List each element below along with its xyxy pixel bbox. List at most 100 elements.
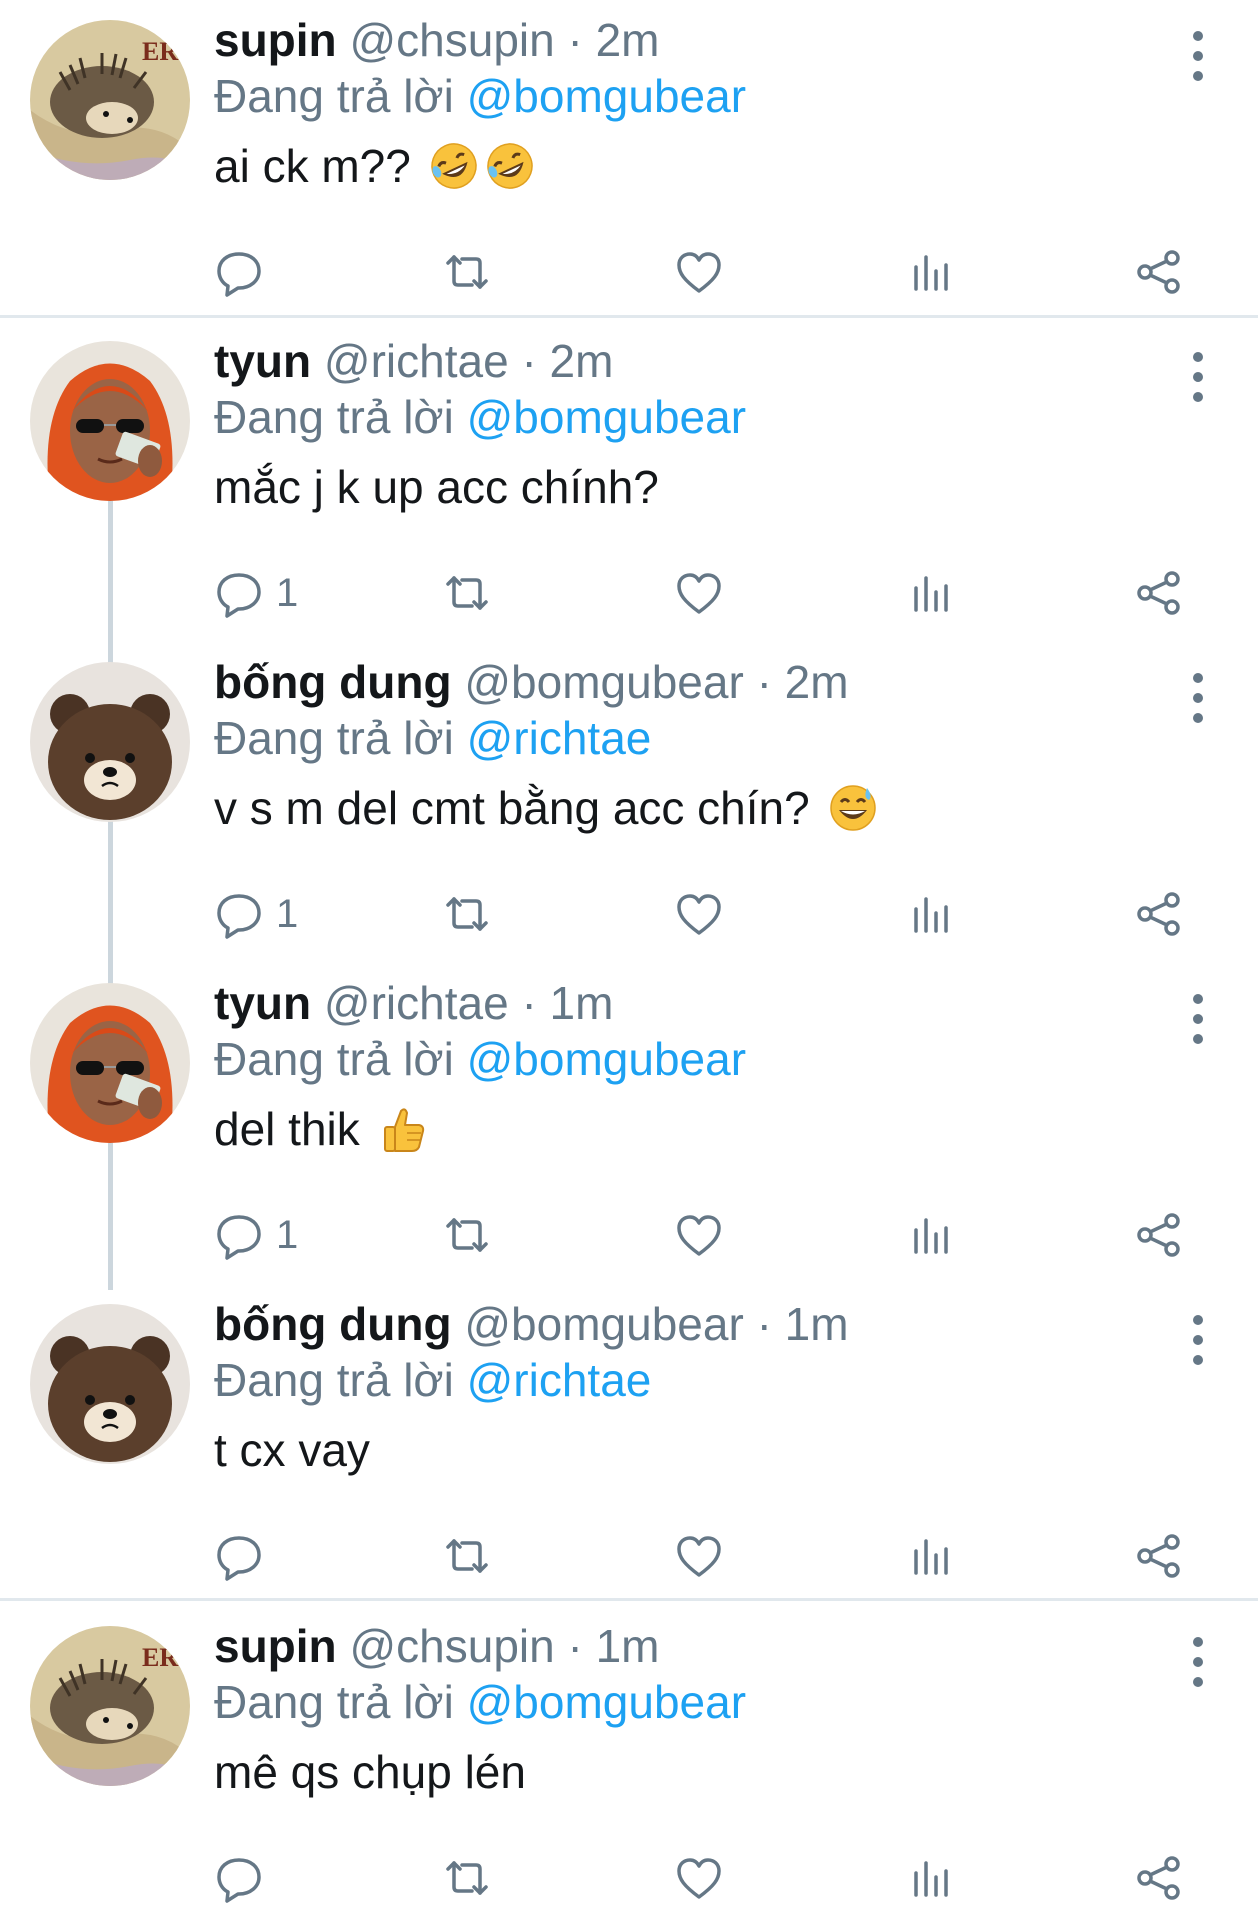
separator-dot: · <box>567 14 583 66</box>
reply-icon <box>214 1853 264 1903</box>
analytics-button[interactable] <box>906 884 956 944</box>
timestamp[interactable]: 1m <box>785 1298 849 1350</box>
analytics-button[interactable] <box>906 1205 956 1265</box>
tweet-body: supin @chsupin · 1m Đang trả lời @bomgub… <box>214 1618 1168 1800</box>
tweet[interactable]: tyun @richtae · 1m Đang trả lời @bomgube… <box>0 963 1258 1284</box>
orange-hair-woman-avatar[interactable] <box>30 983 190 1143</box>
tweet[interactable]: ER supin @chsupin · 2m Đang trả lời @bom… <box>0 0 1258 321</box>
retweet-button[interactable] <box>442 563 492 623</box>
user-handle[interactable]: @bomgubear <box>464 656 743 708</box>
reply-mention-link[interactable]: @richtae <box>467 712 652 764</box>
like-button[interactable] <box>674 1205 724 1265</box>
share-button[interactable] <box>1134 1848 1184 1908</box>
svg-text:ER: ER <box>142 37 178 66</box>
rofl-emoji <box>484 140 536 192</box>
more-options-icon[interactable] <box>1186 26 1210 86</box>
share-button[interactable] <box>1134 1205 1184 1265</box>
rofl-emoji <box>428 140 480 192</box>
reply-button[interactable]: 1 <box>214 884 298 944</box>
tweet-header: bống dung @bomgubear · 2m <box>214 654 1168 710</box>
tweet[interactable]: ER supin @chsupin · 1m Đang trả lời @bom… <box>0 1606 1258 1927</box>
timestamp[interactable]: 1m <box>550 977 614 1029</box>
more-options-icon[interactable] <box>1186 1632 1210 1692</box>
share-button[interactable] <box>1134 884 1184 944</box>
user-handle[interactable]: @chsupin <box>349 1620 554 1672</box>
share-button[interactable] <box>1134 1526 1184 1586</box>
tweet[interactable]: bống dung @bomgubear · 2m Đang trả lời @… <box>0 642 1258 963</box>
hedgehog-avatar[interactable]: ER <box>30 20 190 180</box>
display-name[interactable]: tyun <box>214 977 311 1029</box>
display-name[interactable]: supin <box>214 14 337 66</box>
reply-mention-link[interactable]: @bomgubear <box>467 391 746 443</box>
retweet-icon <box>442 1531 492 1581</box>
like-button[interactable] <box>674 884 724 944</box>
reply-prefix: Đang trả lời <box>214 391 454 443</box>
reply-icon <box>214 247 264 297</box>
tweet-text: mắc j k up acc chính? <box>214 459 1168 515</box>
tweet-text-content: mắc j k up acc chính? <box>214 461 659 513</box>
analytics-button[interactable] <box>906 563 956 623</box>
tweet[interactable]: tyun @richtae · 2m Đang trả lời @bomgube… <box>0 321 1258 642</box>
share-icon <box>1134 247 1184 297</box>
reply-mention-link[interactable]: @bomgubear <box>467 1676 746 1728</box>
user-handle[interactable]: @richtae <box>324 977 509 1029</box>
analytics-button[interactable] <box>906 242 956 302</box>
display-name[interactable]: supin <box>214 1620 337 1672</box>
like-button[interactable] <box>674 242 724 302</box>
reply-button[interactable] <box>214 242 276 302</box>
timestamp[interactable]: 2m <box>785 656 849 708</box>
timestamp[interactable]: 1m <box>596 1620 660 1672</box>
user-handle[interactable]: @richtae <box>324 335 509 387</box>
reply-mention-link[interactable]: @bomgubear <box>467 70 746 122</box>
reply-context: Đang trả lời @richtae <box>214 1352 1168 1408</box>
retweet-button[interactable] <box>442 884 492 944</box>
tweet[interactable]: bống dung @bomgubear · 1m Đang trả lời @… <box>0 1284 1258 1605</box>
tweet-header: supin @chsupin · 1m <box>214 1618 1168 1674</box>
brown-bear-avatar[interactable] <box>30 1304 190 1464</box>
tweet-text-content: del thik <box>214 1103 360 1155</box>
thumbs-up-emoji <box>377 1103 429 1155</box>
reply-prefix: Đang trả lời <box>214 1676 454 1728</box>
tweet-text-content: mê qs chụp lén <box>214 1746 526 1798</box>
display-name[interactable]: tyun <box>214 335 311 387</box>
separator-dot: · <box>521 335 537 387</box>
more-options-icon[interactable] <box>1186 347 1210 407</box>
reply-mention-link[interactable]: @bomgubear <box>467 1033 746 1085</box>
like-button[interactable] <box>674 563 724 623</box>
more-options-icon[interactable] <box>1186 668 1210 728</box>
reply-button[interactable]: 1 <box>214 1205 298 1265</box>
share-button[interactable] <box>1134 242 1184 302</box>
like-button[interactable] <box>674 1848 724 1908</box>
reply-button[interactable] <box>214 1848 276 1908</box>
retweet-button[interactable] <box>442 1205 492 1265</box>
brown-bear-avatar[interactable] <box>30 662 190 822</box>
analytics-button[interactable] <box>906 1526 956 1586</box>
reply-context: Đang trả lời @bomgubear <box>214 68 1168 124</box>
more-options-icon[interactable] <box>1186 989 1210 1049</box>
analytics-button[interactable] <box>906 1848 956 1908</box>
reply-mention-link[interactable]: @richtae <box>467 1354 652 1406</box>
hedgehog-avatar[interactable]: ER <box>30 1626 190 1786</box>
like-button[interactable] <box>674 1526 724 1586</box>
share-icon <box>1134 1853 1184 1903</box>
tweet-header: bống dung @bomgubear · 1m <box>214 1296 1168 1352</box>
user-handle[interactable]: @chsupin <box>349 14 554 66</box>
reply-count: 1 <box>276 891 299 936</box>
retweet-button[interactable] <box>442 1848 492 1908</box>
tweet-body: supin @chsupin · 2m Đang trả lời @bomgub… <box>214 12 1168 194</box>
reply-prefix: Đang trả lời <box>214 712 454 764</box>
timestamp[interactable]: 2m <box>596 14 660 66</box>
reply-icon <box>214 1210 264 1260</box>
more-options-icon[interactable] <box>1186 1310 1210 1370</box>
reply-button[interactable] <box>214 1526 276 1586</box>
share-button[interactable] <box>1134 563 1184 623</box>
user-handle[interactable]: @bomgubear <box>464 1298 743 1350</box>
display-name[interactable]: bống dung <box>214 656 452 708</box>
reply-button[interactable]: 1 <box>214 563 298 623</box>
orange-hair-woman-avatar[interactable] <box>30 341 190 501</box>
timestamp[interactable]: 2m <box>550 335 614 387</box>
retweet-button[interactable] <box>442 1526 492 1586</box>
heart-icon <box>674 1210 724 1260</box>
display-name[interactable]: bống dung <box>214 1298 452 1350</box>
retweet-button[interactable] <box>442 242 492 302</box>
